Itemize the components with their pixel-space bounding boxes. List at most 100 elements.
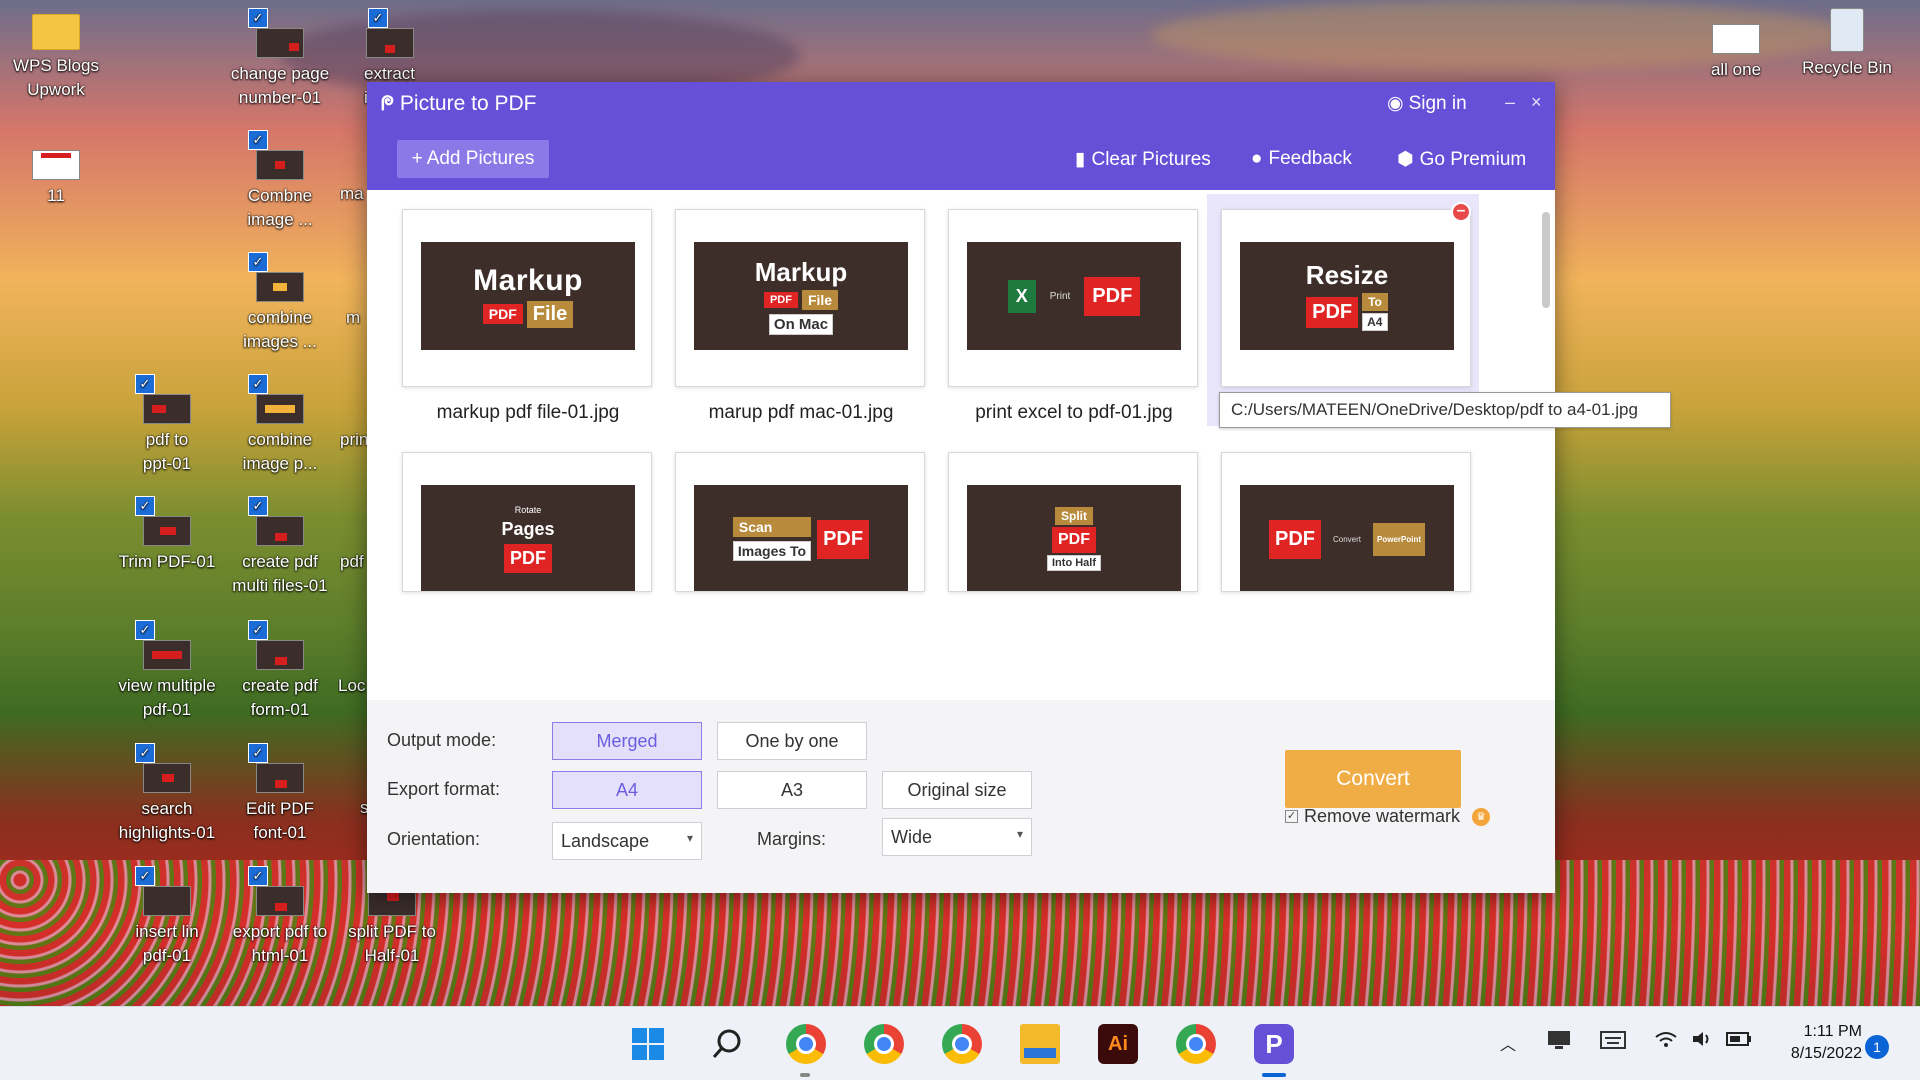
checkbox-icon[interactable]: ✓ [248,130,268,150]
chevron-down-icon: ▾ [1016,827,1023,841]
desktop-icon-partial[interactable]: pdf [340,550,368,574]
remove-watermark-option[interactable]: ✓ Remove watermark ♛ [1285,806,1491,827]
checkbox-icon[interactable]: ✓ [1285,810,1298,823]
desktop-icon-partial[interactable]: Loc [338,674,368,698]
picture-thumbnail[interactable]: X Print PDF print excel to pdf-01.jpg [948,209,1198,423]
checkbox-icon[interactable]: ✓ [135,743,155,763]
notification-badge[interactable]: 1 [1865,1035,1889,1059]
illustrator-icon[interactable]: Ai [1098,1024,1138,1064]
picture-thumbnail[interactable]: Rotate Pages PDF [402,452,652,592]
premium-badge-icon: ⬢ [1397,149,1414,170]
premium-crown-icon: ♛ [1472,807,1491,826]
sign-in-button[interactable]: ◉ Sign in [1387,92,1467,115]
thumbnail-art-text: PDF [1084,276,1141,316]
picture-thumbnail[interactable]: Markup PDF File On Mac marup pdf mac-01.j… [675,209,925,423]
close-icon: × [1531,92,1542,112]
battery-icon[interactable] [1726,1031,1752,1052]
desktop-icon-combine-images[interactable]: ✓ combine images ... [226,252,334,354]
chevron-up-icon[interactable]: ︿ [1500,1031,1516,1055]
checkbox-icon[interactable]: ✓ [248,866,268,886]
export-format-a3[interactable]: A3 [717,771,867,809]
checkbox-icon[interactable]: ✓ [368,8,388,28]
add-pictures-label: Add Pictures [426,148,535,169]
desktop-icon-trim-pdf[interactable]: ✓ Trim PDF-01 [113,496,221,574]
scrollbar-thumb[interactable] [1542,212,1550,308]
checkbox-icon[interactable]: ✓ [135,374,155,394]
desktop-icon-recycle-bin[interactable]: Recycle Bin [1793,8,1901,80]
checkbox-icon[interactable]: ✓ [135,866,155,886]
checkbox-icon[interactable]: ✓ [135,496,155,516]
desktop-icon-pdf-to-ppt[interactable]: ✓ pdf to ppt-01 [113,374,221,476]
keyboard-icon[interactable] [1600,1031,1626,1054]
go-premium-button[interactable]: ⬢ Go Premium [1397,148,1526,171]
monitor-icon[interactable] [1546,1029,1572,1056]
margins-select[interactable]: Wide ▾ [882,818,1032,856]
clear-pictures-button[interactable]: ▮ Clear Pictures [1075,148,1211,171]
desktop-icon-11[interactable]: 11 [2,150,110,208]
start-icon[interactable] [628,1024,668,1064]
desktop-icon-wps-blogs[interactable]: WPS Blogs Upwork [2,14,110,102]
desktop-icon-search-highlights[interactable]: ✓ search highlights-01 [113,743,221,845]
chrome-icon[interactable] [1176,1024,1216,1064]
file-explorer-icon[interactable] [1020,1024,1060,1064]
close-button[interactable]: × [1531,92,1542,113]
chrome-icon[interactable] [864,1024,904,1064]
desktop-icon-label: change page number-01 [230,64,330,107]
orientation-select[interactable]: Landscape ▾ [552,822,702,860]
checkbox-icon[interactable]: ✓ [248,496,268,516]
picture-thumbnail[interactable]: Split PDF Into Half [948,452,1198,592]
thumbnail-art-text: PDF [1052,527,1096,553]
checkbox-icon[interactable]: ✓ [248,252,268,272]
image-thumbnail-icon [143,640,191,670]
wps-pdf-icon[interactable]: P [1254,1024,1294,1064]
picture-thumbnail[interactable]: PDF Convert PowerPoint [1221,452,1471,592]
wifi-icon[interactable] [1654,1029,1678,1054]
feedback-button[interactable]: ● Feedback [1251,148,1352,170]
convert-button[interactable]: Convert [1285,750,1461,808]
picture-thumbnail[interactable]: Markup PDF File markup pdf file-01.jpg [402,209,652,423]
desktop-icon-label: combine images ... [243,308,317,351]
checkbox-icon[interactable]: ✓ [135,620,155,640]
desktop-icon-change-page-number[interactable]: ✓ change page number-01 [226,8,334,110]
export-format-a4[interactable]: A4 [552,771,702,809]
add-pictures-button[interactable]: + Add Pictures [397,140,549,178]
desktop-icon-combine-image-p[interactable]: ✓ combine image p... [226,374,334,476]
clock[interactable]: 1:11 PM 8/15/2022 [1772,1021,1862,1065]
desktop-icon-partial[interactable]: ma [340,182,368,206]
thumbnail-image: Markup PDF File On Mac [694,242,908,350]
thumbnail-art-text: Scan [732,517,812,537]
minimize-button[interactable]: – [1505,92,1515,113]
volume-icon[interactable] [1690,1029,1714,1054]
output-mode-merged[interactable]: Merged [552,722,702,760]
picture-thumbnail-selected[interactable]: Resize PDF To A4 [1221,209,1471,387]
desktop-icon-split-pdf-half[interactable]: split PDF to Half-01 [338,886,446,968]
chrome-icon[interactable] [786,1024,826,1064]
picture-thumbnail[interactable]: Scan Images To PDF [675,452,925,592]
desktop-icon-edit-pdf-font[interactable]: ✓ Edit PDF font-01 [226,743,334,845]
desktop-icon-partial[interactable]: prin [340,428,368,452]
desktop-icon-label: 11 [47,186,65,205]
desktop-icon-combne-image[interactable]: ✓ Combne image ... [226,130,334,232]
desktop-icon-view-multiple[interactable]: ✓ view multiple pdf-01 [113,620,221,722]
remove-picture-button[interactable]: – [1451,202,1471,222]
desktop-icon-create-pdf-form[interactable]: ✓ create pdf form-01 [226,620,334,722]
checkbox-icon[interactable]: ✓ [248,374,268,394]
chrome-icon[interactable] [942,1024,982,1064]
checkbox-icon[interactable]: ✓ [248,743,268,763]
excel-icon: X [1007,279,1036,313]
desktop-icon-all-one[interactable]: all one [1682,24,1790,82]
checkbox-icon[interactable]: ✓ [248,8,268,28]
image-thumbnail-icon [256,28,304,58]
thumbnail-art-text: Resize [1305,260,1389,290]
output-mode-one-by-one[interactable]: One by one [717,722,867,760]
desktop-icon-create-pdf-multi[interactable]: ✓ create pdf multi files-01 [226,496,334,598]
export-format-label: Export format: [387,779,501,799]
search-icon[interactable] [707,1024,747,1064]
desktop-icon-label: combine image p... [242,430,318,473]
export-format-original-size[interactable]: Original size [882,771,1032,809]
desktop-icon-partial[interactable]: m [346,306,366,330]
desktop-icon-export-pdf-html[interactable]: ✓ export pdf to html-01 [226,866,334,968]
desktop-icon-insert-link[interactable]: ✓ insert lin pdf-01 [113,866,221,968]
image-thumbnail-icon [256,150,304,180]
checkbox-icon[interactable]: ✓ [248,620,268,640]
